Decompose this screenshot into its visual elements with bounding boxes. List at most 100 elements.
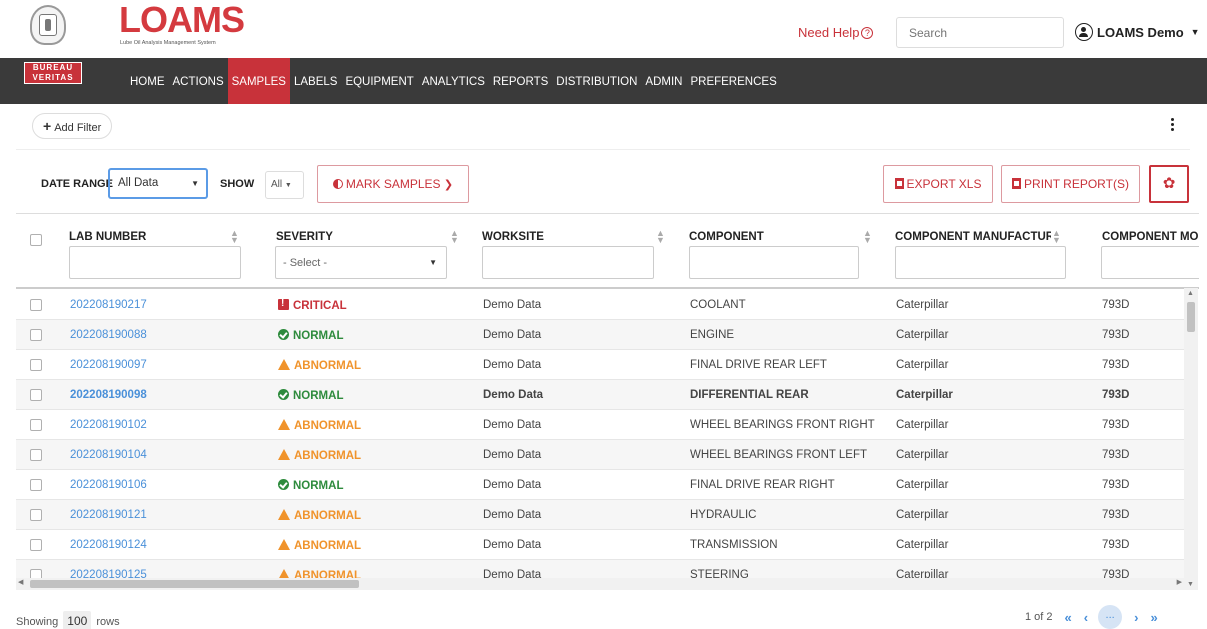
user-menu[interactable]: LOAMS Demo ▼ (1075, 23, 1200, 41)
severity-cell: ABNORMAL (278, 419, 361, 432)
severity-label: NORMAL (293, 480, 344, 492)
column-header-severity[interactable]: SEVERITY (276, 231, 333, 243)
model-filter-input[interactable] (1101, 246, 1199, 279)
user-name: LOAMS Demo (1097, 24, 1184, 40)
severity-label: ABNORMAL (294, 510, 362, 522)
vertical-scrollbar[interactable]: ▲ ▼ (1184, 288, 1198, 590)
app-logo[interactable]: LOAMS (119, 2, 245, 38)
nav-item-home[interactable]: HOME (126, 58, 169, 104)
export-xls-button[interactable]: EXPORT XLS (883, 165, 993, 203)
model-cell: 793D (1102, 509, 1130, 521)
sort-icon[interactable]: ▲ ▼ (1052, 229, 1061, 245)
mark-samples-button[interactable]: MARK SAMPLES ❯ (317, 165, 469, 203)
lab-number-link[interactable]: 202208190097 (70, 359, 147, 371)
row-checkbox[interactable] (30, 389, 42, 401)
sort-icon[interactable]: ▲ ▼ (450, 229, 459, 245)
kebab-icon[interactable] (1167, 117, 1177, 135)
lab-number-filter-input[interactable] (69, 246, 241, 279)
rows-per-page: Showing 100 rows (16, 611, 120, 629)
prev-page-icon[interactable]: ‹ (1084, 610, 1088, 625)
row-checkbox[interactable] (30, 539, 42, 551)
rows-per-page-select[interactable]: 100 (63, 611, 92, 629)
nav-item-admin[interactable]: ADMIN (641, 58, 686, 104)
show-value: All (271, 179, 283, 190)
date-range-select[interactable]: All Data ▼ (108, 168, 208, 199)
scroll-up-icon[interactable]: ▲ (1187, 290, 1194, 297)
row-checkbox[interactable] (30, 329, 42, 341)
row-checkbox[interactable] (30, 479, 42, 491)
table-row[interactable]: 202208190088 NORMAL Demo Data ENGINE Caterpi… (16, 320, 1186, 350)
nav-item-reports[interactable]: REPORTS (489, 58, 552, 104)
worksite-cell: Demo Data (483, 539, 542, 551)
severity-label: ABNORMAL (294, 360, 362, 372)
lab-number-link[interactable]: 202208190104 (70, 449, 147, 461)
model-cell: 793D (1102, 359, 1130, 371)
vertical-scroll-thumb[interactable] (1187, 302, 1195, 332)
column-header-component[interactable]: COMPONENT (689, 231, 764, 243)
main-nav: BUREAU VERITAS HOME ACTIONS SAMPLES LABELS E… (0, 58, 1207, 104)
severity-cell: NORMAL (278, 329, 343, 342)
need-help-link[interactable]: Need Help? (798, 25, 874, 40)
scroll-right-icon[interactable]: ▶ (1177, 578, 1182, 586)
nav-item-analytics[interactable]: ANALYTICS (418, 58, 489, 104)
row-checkbox[interactable] (30, 509, 42, 521)
table-row[interactable]: 202208190098 NORMAL Demo Data DIFFERENTIAL … (16, 380, 1186, 410)
manufacturer-filter-input[interactable] (895, 246, 1066, 279)
lab-number-link[interactable]: 202208190121 (70, 509, 147, 521)
horizontal-scroll-thumb[interactable] (30, 580, 359, 588)
row-checkbox[interactable] (30, 359, 42, 371)
sort-icon[interactable]: ▲ ▼ (230, 229, 239, 245)
column-header-component-model[interactable]: COMPONENT MO (1102, 231, 1198, 243)
column-header-lab-number[interactable]: LAB NUMBER (69, 231, 146, 243)
warning-triangle-icon (278, 359, 290, 370)
scroll-down-icon[interactable]: ▼ (1187, 581, 1194, 588)
next-page-icon[interactable]: › (1134, 610, 1138, 625)
lab-number-link[interactable]: 202208190088 (70, 329, 147, 341)
nav-item-labels[interactable]: LABELS (290, 58, 341, 104)
settings-button[interactable]: ✿ (1149, 165, 1189, 203)
add-filter-button[interactable]: + Add Filter (32, 113, 113, 139)
table-row[interactable]: 202208190121 ABNORMAL Demo Data HYDRAULIC Ca… (16, 500, 1186, 530)
lab-number-link[interactable]: 202208190217 (70, 299, 147, 311)
severity-filter-select[interactable]: - Select - ▼ (275, 246, 447, 279)
model-cell: 793D (1102, 299, 1130, 311)
nav-item-distribution[interactable]: DISTRIBUTION (552, 58, 641, 104)
current-page-button[interactable]: ... (1098, 605, 1123, 629)
component-cell: TRANSMISSION (690, 539, 778, 551)
sort-icon[interactable]: ▲ ▼ (863, 229, 872, 245)
row-checkbox[interactable] (30, 449, 42, 461)
show-select[interactable]: All ▼ (265, 171, 304, 199)
lab-number-link[interactable]: 202208190106 (70, 479, 147, 491)
lab-number-link[interactable]: 202208190102 (70, 419, 147, 431)
component-filter-input[interactable] (689, 246, 859, 279)
nav-item-preferences[interactable]: PREFERENCES (686, 58, 780, 104)
caret-down-icon: ▼ (284, 182, 292, 189)
search-input[interactable] (896, 17, 1064, 48)
last-page-icon[interactable]: » (1150, 610, 1157, 625)
print-reports-button[interactable]: PRINT REPORT(S) (1001, 165, 1140, 203)
row-checkbox[interactable] (30, 299, 42, 311)
table-row[interactable]: 202208190106 NORMAL Demo Data FINAL DRIVE R… (16, 470, 1186, 500)
worksite-filter-input[interactable] (482, 246, 654, 279)
horizontal-scrollbar[interactable]: ◀ ▶ (16, 578, 1184, 590)
table-row[interactable]: 202208190217 CRITICAL Demo Data COOLANT Cate… (16, 290, 1186, 320)
severity-label: ABNORMAL (294, 540, 362, 552)
table-row[interactable]: 202208190104 ABNORMAL Demo Data WHEEL BEARI… (16, 440, 1186, 470)
lab-number-link[interactable]: 202208190098 (70, 389, 147, 401)
worksite-cell: Demo Data (483, 359, 542, 371)
select-all-checkbox[interactable] (30, 234, 42, 246)
nav-item-equipment[interactable]: EQUIPMENT (341, 58, 417, 104)
scroll-left-icon[interactable]: ◀ (18, 578, 23, 586)
column-header-component-manufacturer[interactable]: COMPONENT MANUFACTURER (895, 231, 1051, 243)
nav-item-actions[interactable]: ACTIONS (169, 58, 228, 104)
row-checkbox[interactable] (30, 419, 42, 431)
first-page-icon[interactable]: « (1065, 610, 1072, 625)
nav-item-samples[interactable]: SAMPLES (227, 58, 290, 104)
caret-down-icon: ▼ (191, 179, 199, 188)
sort-icon[interactable]: ▲ ▼ (656, 229, 665, 245)
table-row[interactable]: 202208190097 ABNORMAL Demo Data FINAL DRIVE… (16, 350, 1186, 380)
table-row[interactable]: 202208190102 ABNORMAL Demo Data WHEEL BEARI… (16, 410, 1186, 440)
column-header-worksite[interactable]: WORKSITE (482, 231, 544, 243)
table-row[interactable]: 202208190124 ABNORMAL Demo Data TRANSMISSIO… (16, 530, 1186, 560)
lab-number-link[interactable]: 202208190124 (70, 539, 147, 551)
